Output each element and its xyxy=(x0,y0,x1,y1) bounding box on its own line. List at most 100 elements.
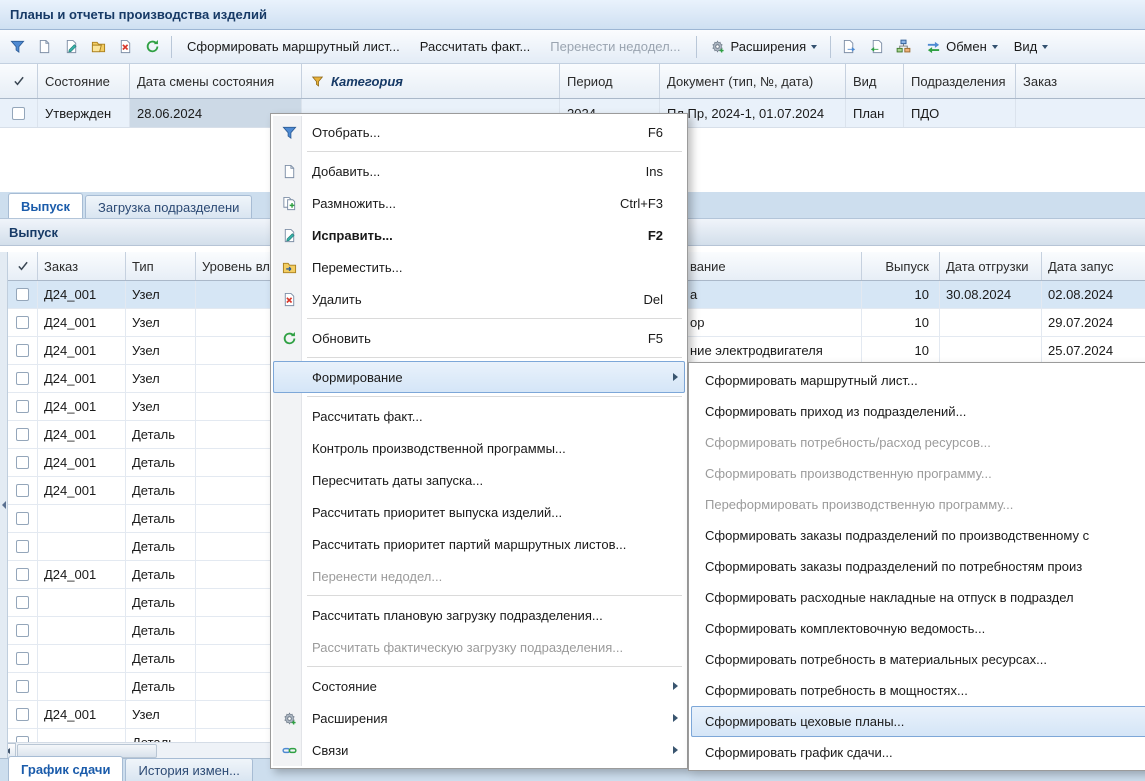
tab[interactable]: История измен... xyxy=(125,758,252,781)
submenu-item[interactable]: Сформировать заказы подразделений по пот… xyxy=(691,551,1145,582)
select-all-header[interactable] xyxy=(0,64,38,98)
submenu-item[interactable]: Сформировать цеховые планы... xyxy=(691,706,1145,737)
panel-splitter[interactable] xyxy=(0,252,8,758)
menu-separator xyxy=(307,151,682,152)
row-checkbox[interactable] xyxy=(16,568,29,581)
row-checkbox[interactable] xyxy=(16,428,29,441)
row-checkbox[interactable] xyxy=(16,624,29,637)
export-button[interactable] xyxy=(836,34,863,60)
context-menu-item[interactable]: Отобрать... F6 xyxy=(273,116,685,148)
move-button[interactable] xyxy=(85,34,112,60)
cell-order xyxy=(38,617,126,644)
column-header-date-changed[interactable]: Дата смены состояния xyxy=(130,64,302,98)
column-header-state[interactable]: Состояние xyxy=(38,64,130,98)
row-checkbox[interactable] xyxy=(16,372,29,385)
cell-type: Узел xyxy=(126,309,196,336)
row-checkbox[interactable] xyxy=(16,652,29,665)
context-menu-item[interactable]: Связи xyxy=(273,734,685,766)
column-header-kind[interactable]: Вид xyxy=(846,64,904,98)
column-header-divisions[interactable]: Подразделения xyxy=(904,64,1016,98)
delete-button[interactable] xyxy=(112,34,139,60)
submenu-item[interactable]: Сформировать производственную программу.… xyxy=(691,458,1145,489)
row-checkbox[interactable] xyxy=(16,596,29,609)
view-dropdown[interactable]: Вид xyxy=(1006,34,1057,60)
submenu-item[interactable]: Сформировать приход из подразделений... xyxy=(691,396,1145,427)
filter-icon xyxy=(275,125,303,140)
column-header-output[interactable]: Выпуск xyxy=(862,252,940,280)
toolbar-text-button[interactable]: Рассчитать факт... xyxy=(410,34,541,60)
column-header-ship-date[interactable]: Дата отгрузки xyxy=(940,252,1042,280)
cell-checkbox xyxy=(8,281,38,308)
column-header-document[interactable]: Документ (тип, №, дата) xyxy=(660,64,846,98)
submenu-item[interactable]: Сформировать заказы подразделений по про… xyxy=(691,520,1145,551)
cell-checkbox xyxy=(8,673,38,700)
row-checkbox[interactable] xyxy=(16,456,29,469)
row-checkbox[interactable] xyxy=(12,107,25,120)
context-menu-item[interactable]: Рассчитать приоритет выпуска изделий... xyxy=(273,496,685,528)
cell-type: Деталь xyxy=(126,477,196,504)
tab[interactable]: График сдачи xyxy=(8,756,123,781)
context-menu-item[interactable]: Удалить Del xyxy=(273,283,685,315)
submenu-item[interactable]: Сформировать маршрутный лист... xyxy=(691,365,1145,396)
context-menu-item[interactable]: Размножить... Ctrl+F3 xyxy=(273,187,685,219)
edit-button[interactable] xyxy=(58,34,85,60)
cell-checkbox xyxy=(8,393,38,420)
context-menu-item[interactable]: Рассчитать плановую загрузку подразделен… xyxy=(273,599,685,631)
window-title: Планы и отчеты производства изделий xyxy=(10,7,267,22)
context-menu-item[interactable]: Состояние xyxy=(273,670,685,702)
column-header-launch-date[interactable]: Дата запус xyxy=(1042,252,1145,280)
context-menu-item[interactable]: Пересчитать даты запуска... xyxy=(273,464,685,496)
context-menu-item[interactable]: Обновить F5 xyxy=(273,322,685,354)
context-menu-item[interactable]: Исправить... F2 xyxy=(273,219,685,251)
cell-checkbox xyxy=(8,477,38,504)
submenu-item[interactable]: Сформировать потребность/расход ресурсов… xyxy=(691,427,1145,458)
cell-order: Д24_001 xyxy=(38,449,126,476)
column-header-type[interactable]: Тип xyxy=(126,252,196,280)
filter-button[interactable] xyxy=(4,34,31,60)
toolbar-text-button[interactable]: Сформировать маршрутный лист... xyxy=(177,34,410,60)
structure-button[interactable] xyxy=(890,34,917,60)
cell-type: Деталь xyxy=(126,617,196,644)
extensions-dropdown[interactable]: Расширения xyxy=(702,34,826,60)
submenu-item[interactable]: Сформировать расходные накладные на отпу… xyxy=(691,582,1145,613)
submenu-item[interactable]: Переформировать производственную програм… xyxy=(691,489,1145,520)
column-header-period[interactable]: Период xyxy=(560,64,660,98)
import-button[interactable] xyxy=(863,34,890,60)
add-button[interactable] xyxy=(31,34,58,60)
toolbar-text-button[interactable]: Перенести недодел... xyxy=(540,34,690,60)
select-all-header[interactable] xyxy=(8,252,38,280)
cell-launch-date: 25.07.2024 xyxy=(1042,337,1145,364)
submenu-item[interactable]: Сформировать потребность в мощностях... xyxy=(691,675,1145,706)
row-checkbox[interactable] xyxy=(16,512,29,525)
row-checkbox[interactable] xyxy=(16,288,29,301)
tab[interactable]: Загрузка подразделени xyxy=(85,195,252,218)
refresh-button[interactable] xyxy=(139,34,166,60)
row-checkbox[interactable] xyxy=(16,680,29,693)
exchange-dropdown[interactable]: Обмен xyxy=(917,34,1006,60)
context-menu-item[interactable]: Формирование xyxy=(273,361,685,393)
submenu-item[interactable]: Сформировать потребность в материальных … xyxy=(691,644,1145,675)
column-header-category[interactable]: Категория xyxy=(302,64,560,98)
context-menu-item[interactable]: Рассчитать факт... xyxy=(273,400,685,432)
cell-type: Узел xyxy=(126,701,196,728)
context-menu-item[interactable]: Контроль производственной программы... xyxy=(273,432,685,464)
column-header-order[interactable]: Заказ xyxy=(38,252,126,280)
cell-type: Деталь xyxy=(126,505,196,532)
context-menu-item[interactable]: Рассчитать приоритет партий маршрутных л… xyxy=(273,528,685,560)
toolbar-separator xyxy=(830,36,831,58)
row-checkbox[interactable] xyxy=(16,400,29,413)
row-checkbox[interactable] xyxy=(16,708,29,721)
context-menu-item[interactable]: Добавить... Ins xyxy=(273,155,685,187)
context-menu-item[interactable]: Расширения xyxy=(273,702,685,734)
row-checkbox[interactable] xyxy=(16,484,29,497)
submenu-item[interactable]: Сформировать комплектовочную ведомость..… xyxy=(691,613,1145,644)
row-checkbox[interactable] xyxy=(16,344,29,357)
context-menu-item[interactable]: Рассчитать фактическую загрузку подразде… xyxy=(273,631,685,663)
row-checkbox[interactable] xyxy=(16,316,29,329)
tab[interactable]: Выпуск xyxy=(8,193,83,218)
submenu-item[interactable]: Сформировать график сдачи... xyxy=(691,737,1145,768)
column-header-order[interactable]: Заказ xyxy=(1016,64,1145,98)
context-menu-item[interactable]: Переместить... xyxy=(273,251,685,283)
row-checkbox[interactable] xyxy=(16,540,29,553)
context-menu-item[interactable]: Перенести недодел... xyxy=(273,560,685,592)
